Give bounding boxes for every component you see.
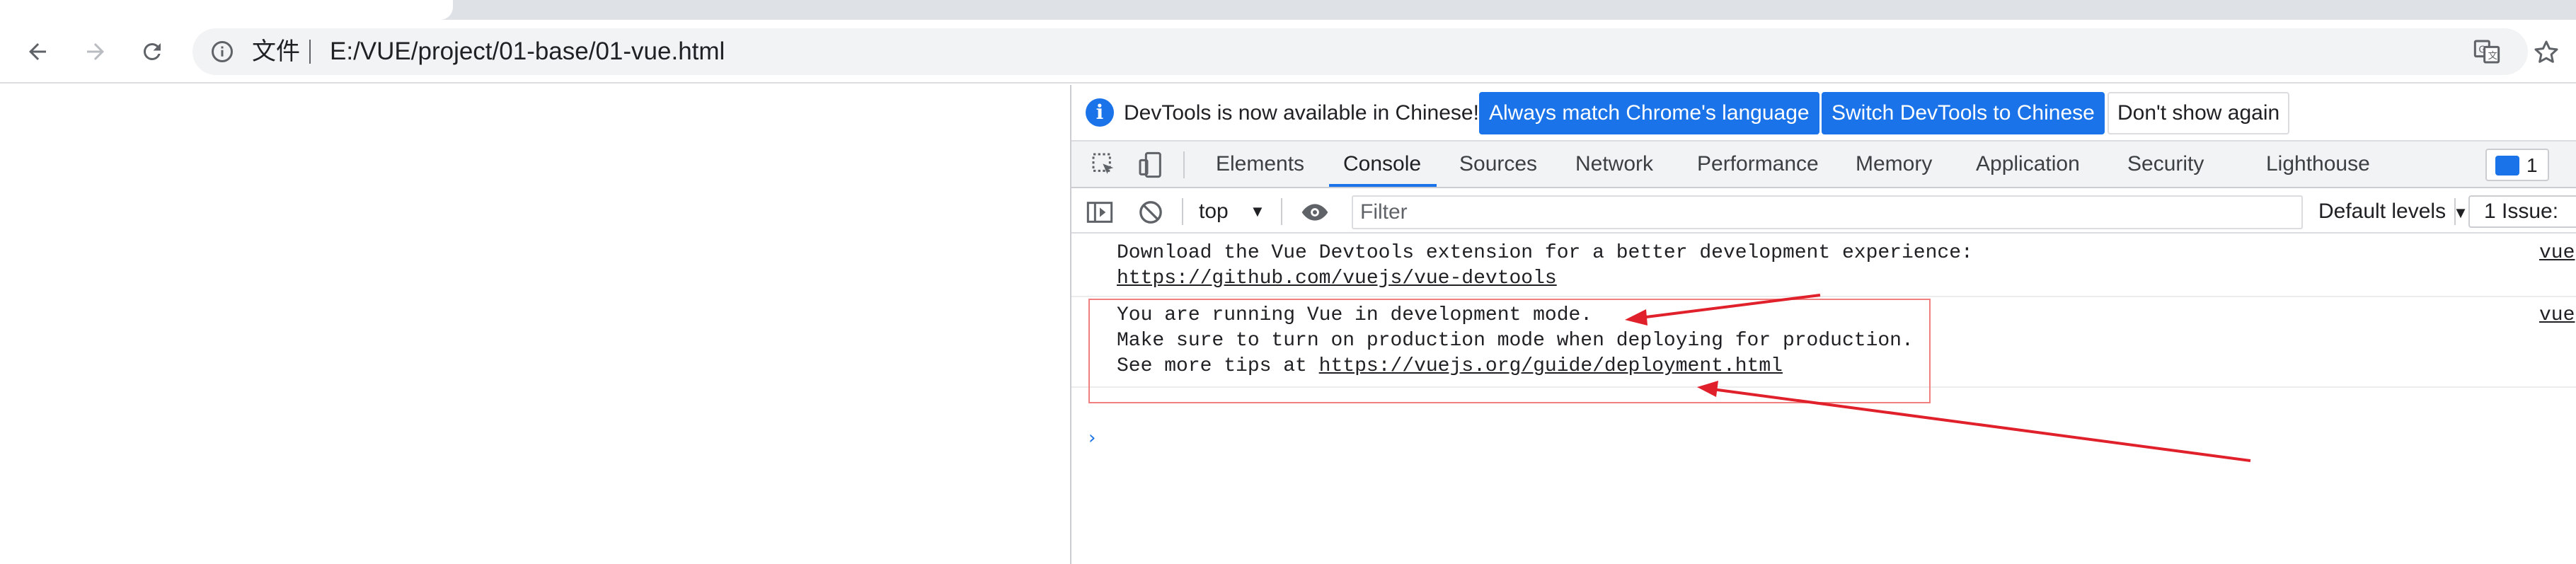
context-select[interactable]: top bbox=[1199, 190, 1229, 234]
active-browser-tab[interactable] bbox=[0, 0, 453, 20]
consolebar-divider bbox=[1182, 198, 1183, 225]
consolebar-divider bbox=[1281, 198, 1282, 225]
console-toolbar: top ▼ Default levels▼ 1 Issue: bbox=[1071, 190, 2576, 234]
context-caret-icon[interactable]: ▼ bbox=[1250, 190, 1265, 234]
tab-sources[interactable]: Sources bbox=[1459, 142, 1537, 187]
reload-button[interactable] bbox=[133, 33, 171, 71]
url-text[interactable]: E:/VUE/project/01-base/01-vue.html bbox=[330, 28, 725, 75]
back-arrow-icon bbox=[29, 43, 46, 60]
svg-text:文: 文 bbox=[2488, 50, 2497, 62]
address-bar[interactable]: 文件 E:/VUE/project/01-base/01-vue.html G … bbox=[192, 28, 2528, 75]
info-circle-icon: i bbox=[1086, 98, 1114, 127]
forward-arrow-icon bbox=[87, 43, 104, 60]
devtools-tabbar: Elements Console Sources Network Perform… bbox=[1071, 142, 2576, 188]
omnibox-divider bbox=[309, 40, 311, 64]
issues-count-button[interactable]: 1 Issue: bbox=[2468, 195, 2576, 228]
tab-strip bbox=[0, 0, 2576, 20]
consolebar-divider bbox=[2454, 198, 2456, 225]
messages-count: 1 bbox=[2526, 154, 2538, 176]
tab-network[interactable]: Network bbox=[1575, 142, 1653, 187]
switch-devtools-chinese-button[interactable]: Switch DevTools to Chinese bbox=[1822, 92, 2105, 134]
message-source-link[interactable]: vue bbox=[2539, 242, 2575, 264]
message-source-link[interactable]: vue bbox=[2539, 304, 2575, 326]
forward-button[interactable] bbox=[76, 33, 115, 71]
browser-tab[interactable] bbox=[453, 0, 2463, 20]
device-toolbar-icon[interactable] bbox=[1137, 151, 1165, 179]
message-text: Download the Vue Devtools extension for … bbox=[1117, 242, 1973, 264]
browser-toolbar: 文件 E:/VUE/project/01-base/01-vue.html G … bbox=[0, 20, 2576, 84]
tabbar-divider bbox=[1183, 151, 1185, 178]
console-messages: Download the Vue Devtools extension for … bbox=[1071, 235, 2576, 564]
page-viewport bbox=[0, 85, 1070, 564]
bookmark-star-icon[interactable] bbox=[2532, 38, 2560, 67]
console-prompt-icon[interactable]: › bbox=[1088, 427, 1096, 449]
language-infobar: i DevTools is now available in Chinese! … bbox=[1071, 85, 2576, 142]
devtools-panel: i DevTools is now available in Chinese! … bbox=[1070, 85, 2576, 564]
tab-elements[interactable]: Elements bbox=[1216, 142, 1304, 187]
log-levels-select[interactable]: Default levels ▼ bbox=[2318, 190, 2468, 235]
console-filter-input[interactable] bbox=[1352, 195, 2303, 229]
tab-console[interactable]: Console bbox=[1328, 142, 1437, 187]
translate-icon[interactable]: G 文 bbox=[2473, 38, 2501, 66]
console-message: Download the Vue Devtools extension for … bbox=[1071, 235, 2576, 297]
back-button[interactable] bbox=[18, 33, 57, 71]
message-icon bbox=[2495, 156, 2519, 175]
tab-security[interactable]: Security bbox=[2127, 142, 2204, 187]
log-levels-label: Default levels bbox=[2318, 200, 2446, 223]
messages-badge[interactable]: 1 bbox=[2485, 149, 2549, 181]
clear-console-icon[interactable] bbox=[1137, 198, 1165, 226]
live-expression-eye-icon[interactable] bbox=[1301, 198, 1329, 226]
svg-text:G: G bbox=[2478, 45, 2485, 56]
reload-icon bbox=[143, 42, 161, 60]
sidebar-toggle-icon[interactable] bbox=[1086, 198, 1114, 226]
dont-show-again-button[interactable]: Don't show again bbox=[2108, 92, 2290, 134]
inspect-element-icon[interactable] bbox=[1090, 151, 1118, 179]
infobar-message: DevTools is now available in Chinese! bbox=[1124, 101, 1479, 125]
tab-application[interactable]: Application bbox=[1976, 142, 2080, 187]
tab-performance[interactable]: Performance bbox=[1697, 142, 1819, 187]
always-match-language-button[interactable]: Always match Chrome's language bbox=[1479, 92, 1819, 134]
security-chip[interactable]: 文件 bbox=[252, 28, 300, 75]
tab-lighthouse[interactable]: Lighthouse bbox=[2266, 142, 2370, 187]
annotation-highlight-box bbox=[1088, 299, 1931, 403]
vue-devtools-link[interactable]: https://github.com/vuejs/vue-devtools bbox=[1117, 267, 1557, 289]
tab-memory[interactable]: Memory bbox=[1856, 142, 1932, 187]
info-icon[interactable] bbox=[209, 39, 235, 64]
